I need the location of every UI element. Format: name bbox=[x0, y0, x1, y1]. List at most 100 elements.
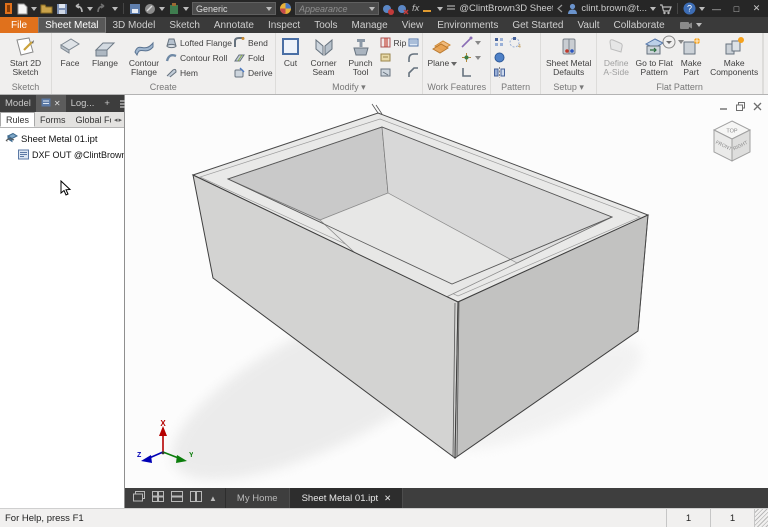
axis-button[interactable] bbox=[460, 35, 482, 50]
clear-appearance-button[interactable] bbox=[397, 2, 409, 15]
sheet-metal-defaults-button[interactable]: Sheet Metal Defaults bbox=[543, 35, 594, 77]
help-icon[interactable]: ? bbox=[683, 2, 696, 15]
graphics-window[interactable]: TOP FRONT RIGHT X Y Z bbox=[125, 95, 768, 488]
corner-seam-button[interactable]: Corner Seam bbox=[305, 35, 343, 77]
undo-button[interactable] bbox=[71, 2, 84, 15]
ribbon-options-button[interactable] bbox=[662, 35, 684, 49]
refold-button[interactable] bbox=[379, 65, 407, 80]
tab-annotate[interactable]: Annotate bbox=[207, 17, 261, 33]
contour-flange-button[interactable]: Contour Flange bbox=[124, 35, 164, 77]
view-cube[interactable]: TOP FRONT RIGHT bbox=[704, 113, 760, 171]
user-avatar-icon[interactable] bbox=[567, 2, 578, 15]
undo-dropdown[interactable] bbox=[87, 6, 93, 11]
new-file-button[interactable] bbox=[17, 2, 28, 15]
rip-button[interactable]: Rip bbox=[379, 35, 406, 50]
browser-tab-add[interactable]: + bbox=[99, 95, 115, 112]
redo-dropdown[interactable] bbox=[112, 6, 118, 11]
close-button[interactable]: ✕ bbox=[748, 3, 765, 14]
tab-my-home[interactable]: My Home bbox=[224, 488, 290, 508]
lofted-flange-button[interactable]: Lofted Flange bbox=[165, 35, 232, 50]
tab-sketch[interactable]: Sketch bbox=[162, 17, 207, 33]
panel-label-modify[interactable]: Modify ▾ bbox=[276, 81, 423, 94]
measure-button[interactable] bbox=[144, 2, 156, 15]
punch-tool-button[interactable]: Punch Tool bbox=[344, 35, 378, 77]
plane-button[interactable]: Plane bbox=[425, 35, 459, 68]
face-button[interactable]: Face bbox=[54, 35, 86, 68]
sheet-metal-box-model[interactable] bbox=[125, 95, 767, 488]
minimize-button[interactable]: — bbox=[708, 4, 725, 14]
make-components-button[interactable]: Make Components bbox=[708, 35, 760, 77]
tab-3d-model[interactable]: 3D Model bbox=[106, 17, 163, 33]
tile-windows-icon[interactable] bbox=[152, 491, 164, 505]
cascade-windows-icon[interactable] bbox=[133, 491, 145, 505]
corner-chamfer-button[interactable] bbox=[407, 65, 420, 80]
user-account-button[interactable]: clint.brown@t... bbox=[581, 3, 647, 14]
flange-button[interactable]: Flange bbox=[87, 35, 123, 68]
adjust-color-button[interactable] bbox=[382, 2, 394, 15]
unfold-button[interactable] bbox=[379, 50, 407, 65]
tab-vault[interactable]: Vault bbox=[570, 17, 606, 33]
appearance-wheel-icon[interactable] bbox=[279, 2, 292, 15]
search-collapse-icon[interactable] bbox=[556, 2, 564, 15]
derive-button[interactable]: Derive bbox=[233, 65, 273, 80]
tile-horizontal-icon[interactable] bbox=[171, 491, 183, 505]
bend-button[interactable]: Bend bbox=[233, 35, 273, 50]
sphere-pattern-button[interactable] bbox=[493, 51, 506, 64]
store-cart-icon[interactable] bbox=[659, 2, 672, 15]
tab-inspect[interactable]: Inspect bbox=[261, 17, 307, 33]
update-button[interactable] bbox=[129, 2, 141, 15]
tab-sheet-metal-document[interactable]: Sheet Metal 01.ipt ✕ bbox=[289, 488, 404, 508]
panel-label-create[interactable]: Create bbox=[52, 81, 275, 94]
collapse-tab-bar-icon[interactable]: ▲ bbox=[209, 494, 217, 503]
tab-environments[interactable]: Environments bbox=[430, 17, 505, 33]
browser-tab-ilogic[interactable]: ✕ bbox=[35, 95, 66, 112]
help-caret[interactable] bbox=[699, 6, 705, 11]
browser-tab-log[interactable]: Log... bbox=[66, 95, 100, 112]
tab-sheet-metal[interactable]: Sheet Metal bbox=[38, 17, 106, 33]
browser-tab-close-icon[interactable]: ✕ bbox=[54, 99, 61, 108]
point-button[interactable] bbox=[460, 50, 482, 65]
user-account-caret[interactable] bbox=[650, 6, 656, 11]
panel-label-flat-pattern[interactable]: Flat Pattern bbox=[597, 81, 762, 94]
start-2d-sketch-button[interactable]: Start 2D Sketch bbox=[5, 35, 47, 77]
iproperties-dropdown[interactable] bbox=[183, 6, 189, 11]
underline-tool-icon[interactable] bbox=[422, 2, 434, 15]
fx-parameters-button[interactable]: fx bbox=[412, 3, 419, 14]
tree-root-item[interactable]: Sheet Metal 01.ipt bbox=[0, 131, 124, 147]
new-file-dropdown[interactable] bbox=[31, 6, 37, 11]
subtab-forms[interactable]: Forms bbox=[35, 112, 71, 127]
tab-view[interactable]: View bbox=[395, 17, 431, 33]
subtab-scroll-right-icon[interactable]: ▸ bbox=[118, 116, 122, 124]
panel-label-work-features[interactable]: Work Features bbox=[423, 81, 490, 94]
panel-label-user-commands[interactable]: User Commands bbox=[764, 81, 768, 94]
save-button[interactable] bbox=[56, 2, 68, 15]
circular-pattern-button[interactable]: 4 bbox=[508, 36, 521, 50]
corner-round-button[interactable] bbox=[407, 50, 420, 65]
rectangular-pattern-button[interactable] bbox=[493, 36, 506, 49]
measure-dropdown[interactable] bbox=[159, 6, 165, 11]
subtab-global-forms[interactable]: Global Form bbox=[71, 112, 111, 127]
redo-button[interactable] bbox=[96, 2, 109, 15]
ucs-button[interactable] bbox=[460, 65, 481, 80]
panel-label-pattern[interactable]: Pattern bbox=[491, 81, 540, 94]
tree-rule-item[interactable]: DXF OUT @ClintBrown3D bbox=[0, 147, 124, 163]
tab-manage[interactable]: Manage bbox=[345, 17, 395, 33]
browser-tab-model[interactable]: Model bbox=[0, 95, 36, 112]
tab-collaborate[interactable]: Collaborate bbox=[607, 17, 672, 33]
tab-get-started[interactable]: Get Started bbox=[505, 17, 570, 33]
capture-tab-icon[interactable] bbox=[672, 17, 709, 33]
cut-button[interactable]: Cut bbox=[278, 35, 304, 68]
contour-roll-button[interactable]: Contour Roll bbox=[165, 50, 232, 65]
panel-label-setup[interactable]: Setup ▾ bbox=[541, 81, 596, 94]
open-button[interactable] bbox=[40, 2, 53, 15]
maximize-button[interactable]: □ bbox=[728, 4, 745, 14]
hamburger-small-icon[interactable] bbox=[446, 2, 456, 15]
tab-tools[interactable]: Tools bbox=[307, 17, 344, 33]
resize-grip[interactable] bbox=[754, 509, 768, 527]
close-document-icon[interactable]: ✕ bbox=[384, 493, 391, 504]
underline-dropdown[interactable] bbox=[437, 6, 444, 11]
iproperties-button[interactable] bbox=[168, 2, 180, 15]
hem-button[interactable]: Hem bbox=[165, 65, 232, 80]
tab-file[interactable]: File bbox=[0, 17, 39, 33]
material-dropdown[interactable]: Generic bbox=[192, 2, 276, 15]
